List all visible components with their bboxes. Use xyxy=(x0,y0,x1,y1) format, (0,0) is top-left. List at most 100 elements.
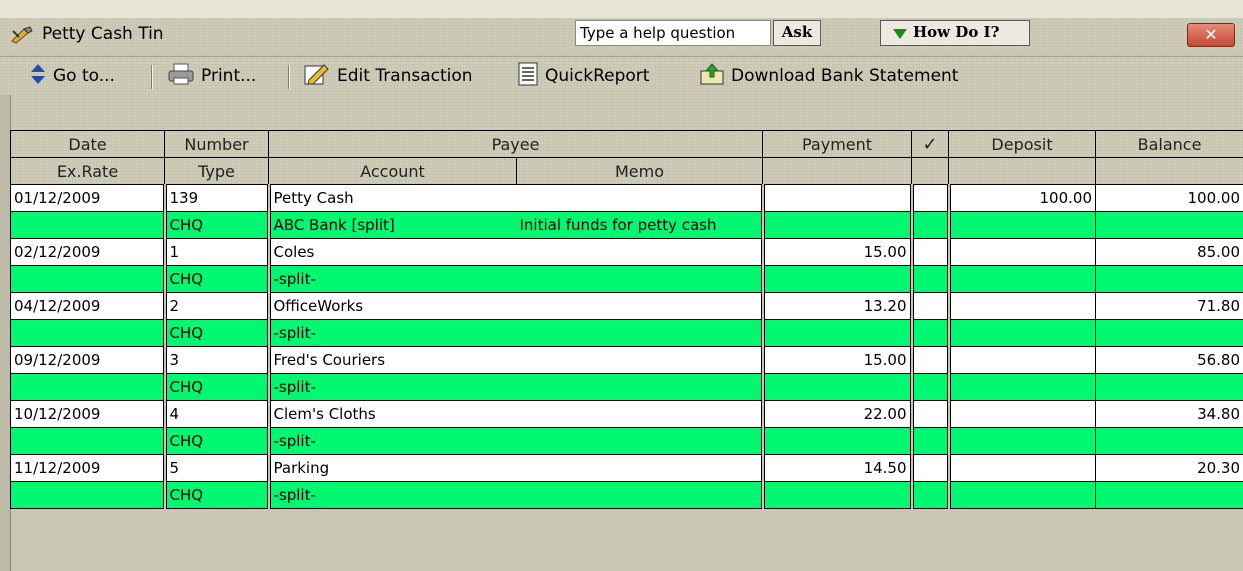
cleared-split-cell xyxy=(911,481,951,509)
payee-cell[interactable]: OfficeWorks xyxy=(267,292,765,320)
payee-cell[interactable]: Coles xyxy=(267,238,765,266)
payment-cell[interactable]: 15.00 xyxy=(762,238,914,266)
memo-cell[interactable]: Initial funds for petty cash xyxy=(516,211,765,239)
col-header-memo[interactable]: Memo xyxy=(515,157,764,185)
col-header-payee[interactable]: Payee xyxy=(267,130,764,158)
goto-label: Go to... xyxy=(53,66,115,86)
deposit-split-cell xyxy=(948,265,1097,293)
transaction-row[interactable]: 10/12/2009 4 Clem's Cloths 22.00 34.80 xyxy=(10,400,1243,428)
exrate-cell[interactable] xyxy=(10,427,167,455)
memo-cell[interactable] xyxy=(516,427,765,455)
register-table: Date Number Payee Payment ✓ Deposit Bala… xyxy=(10,130,1243,509)
type-cell[interactable]: CHQ xyxy=(164,427,271,455)
ask-button[interactable]: Ask xyxy=(773,20,821,46)
col-header-number[interactable]: Number xyxy=(164,130,269,158)
goto-button[interactable]: Go to... xyxy=(30,63,115,89)
deposit-cell[interactable] xyxy=(948,454,1097,482)
payee-cell[interactable]: Fred's Couriers xyxy=(267,346,765,374)
transaction-row[interactable]: 11/12/2009 5 Parking 14.50 20.30 xyxy=(10,454,1243,482)
col-header-account[interactable]: Account xyxy=(268,157,517,185)
close-button[interactable]: ✕ xyxy=(1187,23,1235,47)
exrate-cell[interactable] xyxy=(10,265,167,293)
payment-cell[interactable]: 13.20 xyxy=(762,292,914,320)
memo-cell[interactable] xyxy=(516,373,765,401)
date-cell[interactable]: 02/12/2009 xyxy=(10,238,167,266)
transaction-row[interactable]: 09/12/2009 3 Fred's Couriers 15.00 56.80 xyxy=(10,346,1243,374)
cleared-cell[interactable] xyxy=(911,400,951,428)
payee-cell[interactable]: Parking xyxy=(267,454,765,482)
memo-cell[interactable] xyxy=(516,481,765,509)
deposit-cell[interactable]: 100.00 xyxy=(948,184,1097,212)
date-cell[interactable]: 10/12/2009 xyxy=(10,400,167,428)
col-header-exrate[interactable]: Ex.Rate xyxy=(10,157,165,185)
col-header-cleared[interactable]: ✓ xyxy=(911,130,950,158)
cleared-cell[interactable] xyxy=(911,346,951,374)
col-header-type[interactable]: Type xyxy=(164,157,269,185)
account-cell[interactable]: -split- xyxy=(268,373,517,401)
date-cell[interactable]: 09/12/2009 xyxy=(10,346,167,374)
deposit-cell[interactable] xyxy=(948,346,1097,374)
account-cell[interactable]: -split- xyxy=(268,265,517,293)
number-cell[interactable]: 139 xyxy=(164,184,271,212)
cleared-cell[interactable] xyxy=(911,238,951,266)
account-cell[interactable]: -split- xyxy=(268,319,517,347)
transaction-row[interactable]: 01/12/2009 139 Petty Cash 100.00 100.00 xyxy=(10,184,1243,212)
transaction-split-row[interactable]: CHQ -split- xyxy=(10,319,1243,347)
deposit-cell[interactable] xyxy=(948,292,1097,320)
cleared-cell[interactable] xyxy=(911,184,951,212)
transaction-split-row[interactable]: CHQ -split- xyxy=(10,481,1243,509)
balance-cell: 20.30 xyxy=(1095,454,1243,482)
quickreport-button[interactable]: QuickReport xyxy=(518,62,649,89)
account-cell[interactable]: -split- xyxy=(268,481,517,509)
print-button[interactable]: Print... xyxy=(168,63,256,89)
type-cell[interactable]: CHQ xyxy=(164,481,271,509)
transaction-row[interactable]: 04/12/2009 2 OfficeWorks 13.20 71.80 xyxy=(10,292,1243,320)
date-cell[interactable]: 11/12/2009 xyxy=(10,454,167,482)
col-header-deposit[interactable]: Deposit xyxy=(948,130,1097,158)
exrate-cell[interactable] xyxy=(10,373,167,401)
number-cell[interactable]: 5 xyxy=(164,454,271,482)
cleared-cell[interactable] xyxy=(911,454,951,482)
payee-cell[interactable]: Clem's Cloths xyxy=(267,400,765,428)
date-cell[interactable]: 01/12/2009 xyxy=(10,184,167,212)
transaction-split-row[interactable]: CHQ -split- xyxy=(10,265,1243,293)
how-do-i-button[interactable]: How Do I? xyxy=(880,20,1030,46)
transaction-split-row[interactable]: CHQ -split- xyxy=(10,373,1243,401)
deposit-cell[interactable] xyxy=(948,400,1097,428)
col-header-date[interactable]: Date xyxy=(10,130,165,158)
type-cell[interactable]: CHQ xyxy=(164,373,271,401)
account-cell[interactable]: ABC Bank [split] xyxy=(268,211,517,239)
memo-cell[interactable] xyxy=(516,265,765,293)
number-cell[interactable]: 2 xyxy=(164,292,271,320)
download-statement-button[interactable]: Download Bank Statement xyxy=(700,62,958,89)
payment-cell[interactable]: 15.00 xyxy=(762,346,914,374)
cleared-split-cell xyxy=(911,373,951,401)
account-cell[interactable]: -split- xyxy=(268,427,517,455)
balance-split-cell xyxy=(1095,427,1243,455)
transaction-split-row[interactable]: CHQ -split- xyxy=(10,427,1243,455)
payment-cell[interactable]: 14.50 xyxy=(762,454,914,482)
payment-cell[interactable] xyxy=(762,184,914,212)
type-cell[interactable]: CHQ xyxy=(164,265,271,293)
number-cell[interactable]: 3 xyxy=(164,346,271,374)
date-cell[interactable]: 04/12/2009 xyxy=(10,292,167,320)
edit-transaction-button[interactable]: Edit Transaction xyxy=(304,63,473,89)
type-cell[interactable]: CHQ xyxy=(164,319,271,347)
payment-cell[interactable]: 22.00 xyxy=(762,400,914,428)
col-header-balance[interactable]: Balance xyxy=(1095,130,1243,158)
transaction-split-row[interactable]: CHQ ABC Bank [split] Initial funds for pet… xyxy=(10,211,1243,239)
exrate-cell[interactable] xyxy=(10,211,167,239)
cleared-cell[interactable] xyxy=(911,292,951,320)
toolbar-separator xyxy=(288,65,290,89)
number-cell[interactable]: 4 xyxy=(164,400,271,428)
type-cell[interactable]: CHQ xyxy=(164,211,271,239)
help-question-input[interactable]: Type a help question xyxy=(575,20,771,46)
transaction-row[interactable]: 02/12/2009 1 Coles 15.00 85.00 xyxy=(10,238,1243,266)
exrate-cell[interactable] xyxy=(10,481,167,509)
memo-cell[interactable] xyxy=(516,319,765,347)
exrate-cell[interactable] xyxy=(10,319,167,347)
payee-cell[interactable]: Petty Cash xyxy=(267,184,765,212)
deposit-cell[interactable] xyxy=(948,238,1097,266)
number-cell[interactable]: 1 xyxy=(164,238,271,266)
col-header-payment[interactable]: Payment xyxy=(762,130,913,158)
